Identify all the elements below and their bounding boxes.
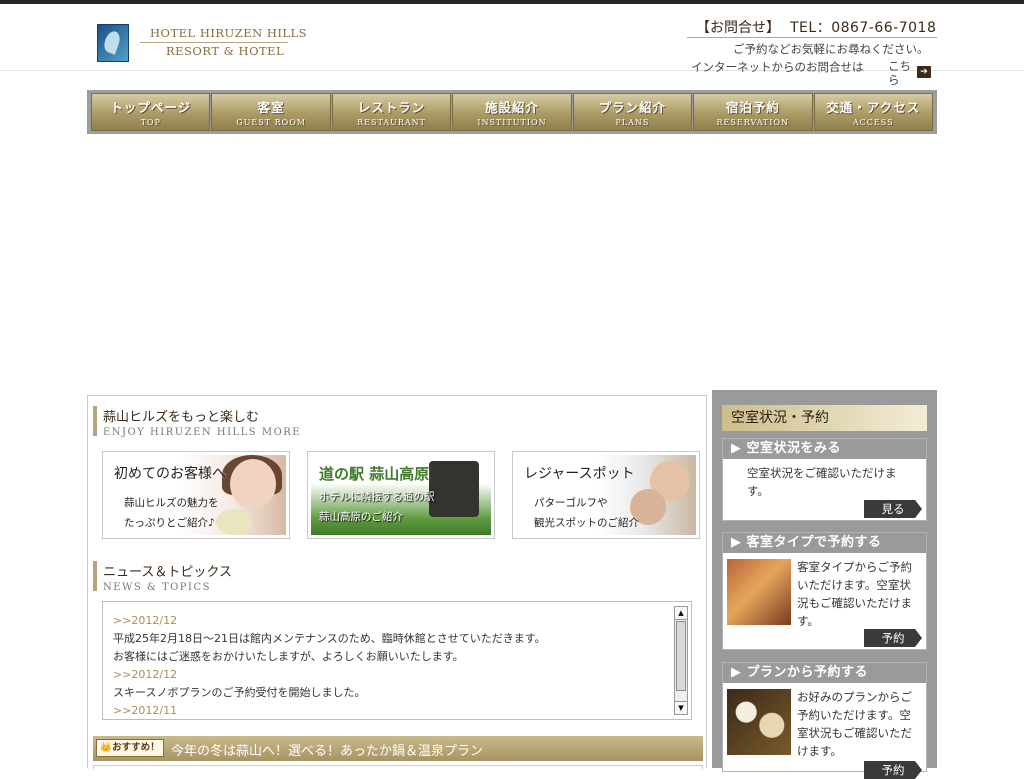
bouquet-photo	[216, 509, 252, 535]
news-title: ニュース＆トピックス	[103, 565, 232, 580]
news-date: >>2012/12	[113, 668, 178, 681]
reserve-by-plan-button[interactable]: 予約	[864, 761, 922, 779]
banner-sub-line: パターゴルフや	[534, 497, 608, 509]
banner-image: 道の駅 蒜山高原 ホテルに隣接する道の駅 蒜山高原のご紹介	[311, 455, 491, 535]
banner-title: レジャースポット	[524, 466, 635, 482]
contact-phone: TEL：0867-66-7018	[790, 20, 937, 36]
scroll-up-icon[interactable]: ▲	[675, 607, 687, 620]
nav-label: プラン紹介	[598, 100, 667, 115]
news-text: スキースノボプランのご予約受付を開始しました。	[113, 686, 366, 699]
banner-sub-line: たっぷりとご紹介♪	[124, 517, 215, 529]
nav-label: 宿泊予約	[725, 100, 780, 115]
banner-sub-line: ホテルに隣接する道の駅	[319, 491, 435, 503]
news-text: 平成25年2月18日～21日は館内メンテナンスのため、臨時休館とさせていただきま…	[113, 632, 546, 645]
nav-sublabel: TOP	[140, 118, 161, 127]
availability-panel: ▶ 空室状況をみる 空室状況をご確認いただけます。 見る	[722, 438, 927, 521]
contact-title: 【お問合せ】	[696, 20, 780, 36]
logo-divider	[140, 42, 288, 43]
scroll-thumb[interactable]	[676, 621, 686, 691]
nav-sublabel: ACCESS	[852, 118, 894, 127]
news-section-heading: ニュース＆トピックス NEWS & TOPICS	[93, 561, 313, 593]
view-availability-button[interactable]: 見る	[864, 500, 922, 518]
news-date: >>2012/12	[113, 614, 178, 627]
sidebar-title: 空室状況・予約	[722, 405, 927, 431]
news-list: >>2012/12 平成25年2月18日～21日は館内メンテナンスのため、臨時休…	[113, 612, 673, 720]
station-sign-photo	[429, 461, 479, 517]
reserve-by-room-button[interactable]: 予約	[864, 629, 922, 647]
banner-title: 道の駅 蒜山高原	[319, 465, 430, 483]
nav-sublabel: PLANS	[615, 118, 650, 127]
nav-label: レストラン	[357, 100, 426, 115]
availability-description: 空室状況をご確認いただけます。	[747, 466, 897, 498]
banner-subtitle: ホテルに隣接する道の駅 蒜山高原のご紹介	[319, 487, 435, 527]
contact-internet-note: インターネットからのお問合せは	[691, 60, 864, 74]
nav-sublabel: INSTITUTION	[477, 118, 547, 127]
plan-heading[interactable]: ▶ プランから予約する	[723, 663, 926, 684]
nav-restaurant[interactable]: レストラン RESTAURANT	[331, 93, 452, 131]
site-header: HOTEL HIRUZEN HILLS RESORT & HOTEL 【お問合せ…	[0, 4, 1024, 87]
nav-label: 施設紹介	[484, 100, 539, 115]
contact-link[interactable]: こちら	[888, 59, 914, 87]
nav-access[interactable]: 交通・アクセス ACCESS	[813, 93, 933, 131]
promo-content-edge	[93, 765, 703, 769]
availability-heading[interactable]: ▶ 空室状況をみる	[723, 439, 926, 460]
scroll-down-icon[interactable]: ▼	[675, 701, 687, 714]
banner-sub-line: 観光スポットのご紹介	[534, 517, 639, 529]
nav-institution[interactable]: 施設紹介 INSTITUTION	[452, 93, 572, 131]
banner-image: レジャースポット パターゴルフや観光スポットのご紹介	[516, 455, 696, 535]
banner-image: 初めてのお客様へ 蒜山ヒルズの魅力を たっぷりとご紹介♪	[106, 455, 286, 535]
woman-photo	[230, 459, 276, 509]
room-thumbnail[interactable]	[727, 559, 791, 625]
reservation-sidebar: 空室状況・予約 ▶ 空室状況をみる 空室状況をご確認いただけます。 見る ▶ 客…	[712, 390, 937, 779]
nav-label: トップページ	[110, 100, 192, 115]
recommended-plan-title[interactable]: 今年の冬は蒜山へ！選べる！あったか鍋＆温泉プラン	[171, 740, 483, 759]
nav-sublabel: RESERVATION	[716, 118, 790, 127]
room-type-panel: ▶ 客室タイプで予約する 客室タイプからご予約いただけます。空室状況もご確認いた…	[722, 532, 927, 650]
news-subtitle: NEWS & TOPICS	[103, 582, 211, 593]
nav-guest-room[interactable]: 客室 GUEST ROOM	[211, 93, 331, 131]
room-type-description: 客室タイプからご予約いただけます。空室状況もご確認いただけます。	[797, 560, 912, 628]
plan-panel: ▶ プランから予約する お好みのプランからご予約いただけます。空室状況もご確認い…	[722, 662, 927, 779]
banner-sub-line: 蒜山高原のご紹介	[319, 511, 403, 523]
room-type-heading[interactable]: ▶ 客室タイプで予約する	[723, 533, 926, 554]
leisure-spot-banner[interactable]: レジャースポット パターゴルフや観光スポットのご紹介	[512, 451, 700, 539]
banner-subtitle: パターゴルフや観光スポットのご紹介	[534, 493, 639, 533]
contact-note: ご予約などお気軽にお尋ねください。	[733, 42, 929, 56]
nav-plans[interactable]: プラン紹介 PLANS	[572, 93, 693, 131]
main-content: 蒜山ヒルズをもっと楽しむ ENJOY HIRUZEN HILLS MORE 初め…	[87, 395, 707, 769]
recommend-badge-label: おすすめ！	[112, 742, 160, 753]
plan-description: お好みのプランからご予約いただけます。空室状況もご確認いただけます。	[797, 690, 912, 758]
enjoy-subtitle: ENJOY HIRUZEN HILLS MORE	[103, 427, 302, 438]
contact-divider	[687, 37, 937, 38]
news-list-box[interactable]: >>2012/12 平成25年2月18日～21日は館内メンテナンスのため、臨時休…	[102, 601, 692, 720]
news-text: お客様にはご迷惑をおかけいたしますが、よろしくお願いいたします。	[113, 650, 464, 663]
enjoy-section-heading: 蒜山ヒルズをもっと楽しむ ENJOY HIRUZEN HILLS MORE	[93, 406, 313, 438]
recommend-badge: 👑おすすめ！	[96, 739, 164, 757]
nav-sublabel: RESTAURANT	[357, 118, 426, 127]
enjoy-title: 蒜山ヒルズをもっと楽しむ	[103, 410, 260, 425]
nav-label: 客室	[257, 100, 285, 115]
michi-no-eki-banner[interactable]: 道の駅 蒜山高原 ホテルに隣接する道の駅 蒜山高原のご紹介	[307, 451, 495, 539]
logo-text-line1[interactable]: HOTEL HIRUZEN HILLS	[150, 26, 307, 40]
news-date: >>2012/11	[113, 704, 178, 717]
nav-reservation[interactable]: 宿泊予約 RESERVATION	[693, 93, 813, 131]
main-nav: トップページ TOP 客室 GUEST ROOM レストラン RESTAURANT 施…	[87, 90, 937, 134]
hotel-logo-icon[interactable]	[97, 24, 129, 62]
news-scrollbar[interactable]: ▲ ▼	[674, 606, 688, 715]
banner-sub-line: 蒜山ヒルズの魅力を	[124, 497, 219, 509]
nav-sublabel: GUEST ROOM	[236, 118, 306, 127]
plan-food-thumbnail[interactable]	[727, 689, 791, 755]
first-visit-banner[interactable]: 初めてのお客様へ 蒜山ヒルズの魅力を たっぷりとご紹介♪	[102, 451, 290, 539]
logo-text-line2[interactable]: RESORT & HOTEL	[166, 44, 284, 58]
arrow-right-icon[interactable]: ➔	[917, 66, 931, 78]
nav-top[interactable]: トップページ TOP	[91, 93, 211, 131]
nav-label: 交通・アクセス	[826, 100, 921, 115]
recommended-plan-bar[interactable]: 👑おすすめ！ 今年の冬は蒜山へ！選べる！あったか鍋＆温泉プラン	[93, 736, 703, 761]
banner-title: 初めてのお客様へ	[114, 466, 226, 482]
banner-subtitle: 蒜山ヒルズの魅力を たっぷりとご紹介♪	[124, 493, 219, 533]
